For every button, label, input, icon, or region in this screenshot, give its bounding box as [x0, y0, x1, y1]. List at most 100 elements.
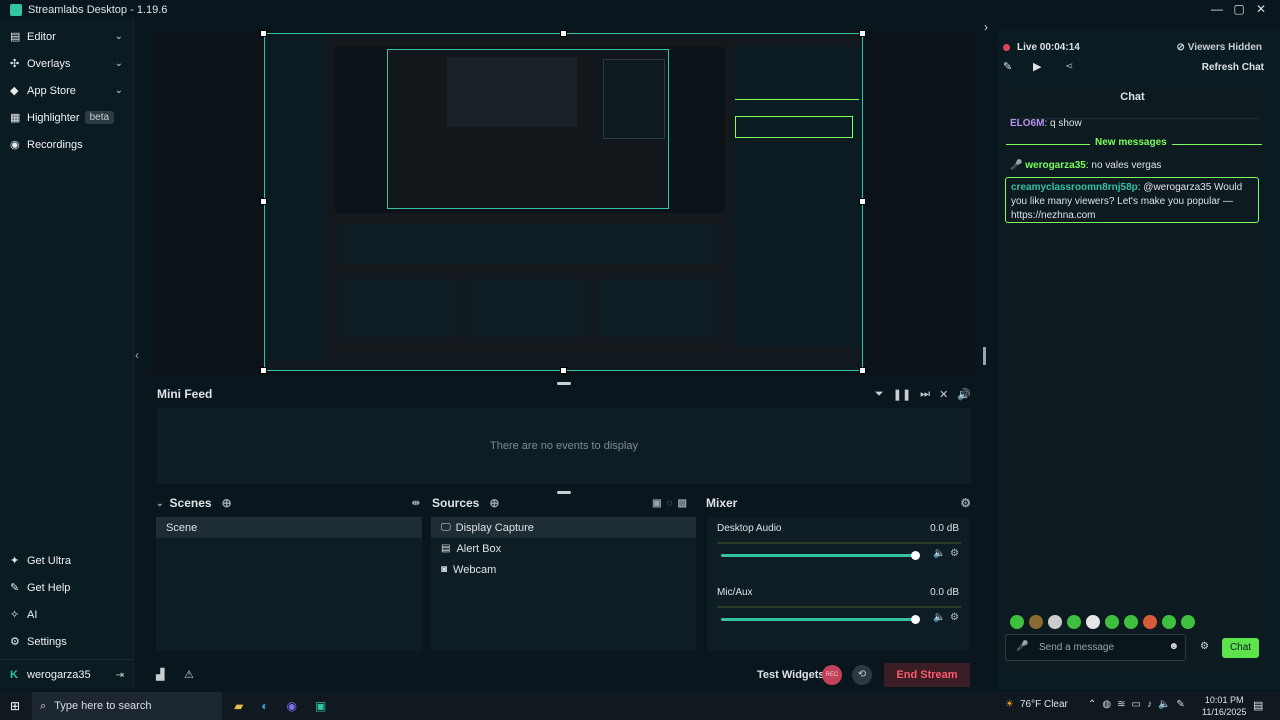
emote-icon[interactable] — [1029, 615, 1043, 629]
stats-icon[interactable]: ▟ — [156, 668, 164, 681]
emote-icon[interactable] — [1010, 615, 1024, 629]
source-item[interactable]: 🖵 Display Capture — [431, 517, 696, 538]
panel-resizer[interactable] — [983, 347, 986, 365]
collapse-right-icon[interactable]: › — [984, 20, 988, 34]
volume-slider[interactable] — [721, 618, 917, 621]
sidebar-item-settings[interactable]: ⚙ Settings — [0, 628, 134, 655]
sidebar-item-editor[interactable]: ▤ Editor ⌄ — [0, 23, 133, 50]
resize-handle[interactable] — [859, 367, 866, 374]
filter-icon[interactable]: ⏷ — [875, 388, 884, 401]
sidebar-item-get-help[interactable]: ✎ Get Help — [0, 574, 134, 601]
notifications-icon[interactable]: ▤ — [1253, 699, 1263, 712]
mixer-channel-level: 0.0 dB — [930, 587, 959, 598]
volume-knob[interactable] — [911, 551, 920, 560]
gear-icon[interactable]: ⚙ — [950, 548, 959, 559]
performance-alert-icon[interactable]: ⚠ — [184, 668, 194, 681]
test-widgets-button[interactable]: Test Widgets — [757, 669, 825, 681]
gear-icon[interactable]: ⚙ — [960, 496, 971, 510]
emote-icon[interactable] — [1181, 615, 1195, 629]
tray-overflow-icon[interactable]: ⌃ — [1088, 699, 1096, 710]
taskbar-clock[interactable]: 10:01 PM 11/16/2025 — [1202, 694, 1246, 718]
minimize-button[interactable]: — — [1206, 0, 1228, 18]
edit-icon[interactable]: ✎ — [1003, 60, 1012, 73]
resize-handle[interactable] — [260, 367, 267, 374]
sidebar-item-highlighter[interactable]: ▦ Highlighter beta — [0, 104, 133, 131]
microphone-icon[interactable]: ♪ — [1147, 699, 1152, 710]
discord-icon[interactable]: ◉ — [287, 699, 297, 713]
source-item[interactable]: ◙ Webcam — [431, 559, 696, 580]
end-stream-button[interactable]: End Stream — [884, 663, 970, 687]
resize-handle[interactable] — [260, 198, 267, 205]
volume-icon[interactable]: 🔊 — [957, 388, 971, 401]
mic-icon: 🎤 — [1016, 641, 1029, 652]
speaker-icon[interactable]: 🔈 — [933, 612, 945, 623]
viewers-hidden[interactable]: ⊘ Viewers Hidden — [1177, 42, 1262, 53]
resize-handle[interactable] — [560, 30, 567, 37]
refresh-chat-button[interactable]: Refresh Chat — [1202, 62, 1264, 73]
skip-icon[interactable]: ⏭ — [920, 388, 930, 401]
sidebar-item-recordings[interactable]: ◉ Recordings — [0, 131, 133, 158]
sidebar-item-ai[interactable]: ✧ AI — [0, 601, 134, 628]
emote-icon[interactable] — [1162, 615, 1176, 629]
sidebar-user[interactable]: K werogarza35 ⇥ — [0, 660, 134, 690]
network-icon[interactable]: ◍ — [1102, 699, 1111, 710]
maximize-button[interactable]: ▢ — [1228, 0, 1250, 18]
sidebar-item-app-store[interactable]: ◆ App Store ⌄ — [0, 77, 133, 104]
mini-feed-empty: There are no events to display — [157, 408, 971, 484]
scene-transitions-icon[interactable]: ⇹ — [412, 498, 420, 509]
collapse-icon[interactable]: ⌄ — [156, 498, 164, 509]
share-icon[interactable]: ⋖ — [1065, 61, 1073, 72]
volume-slider[interactable] — [721, 554, 917, 557]
emote-icon[interactable] — [1086, 615, 1100, 629]
resize-handle[interactable] — [859, 198, 866, 205]
live-status: Live 00:04:14 — [1017, 42, 1080, 53]
camera-icon[interactable]: ▭ — [1132, 699, 1141, 710]
chat-message-highlighted: creamyclassroomn8rnj58p: @werogarza35 Wo… — [1005, 177, 1259, 223]
emote-icon[interactable] — [1048, 615, 1062, 629]
pause-icon[interactable]: ❚❚ — [893, 388, 911, 401]
source-item[interactable]: ▤ Alert Box — [431, 538, 696, 559]
emoji-icon[interactable]: ☻ — [1168, 641, 1179, 652]
chevron-down-icon: ⌄ — [114, 31, 123, 42]
speaker-icon[interactable]: 🔈 — [933, 548, 945, 559]
volume-icon[interactable]: 🔈 — [1158, 699, 1170, 710]
display-capture-preview[interactable] — [264, 33, 863, 371]
sources-title: Sources — [432, 496, 480, 510]
logout-icon[interactable]: ⇥ — [116, 670, 124, 681]
sidebar-item-label: Recordings — [27, 138, 83, 151]
source-tools-icons[interactable]: ▣◌▨ — [652, 498, 692, 509]
add-source-icon[interactable]: ⊕ — [489, 496, 499, 510]
taskbar-search[interactable]: ⌕ Type here to search — [32, 692, 223, 720]
resize-handle[interactable] — [560, 367, 567, 374]
emote-icon[interactable] — [1143, 615, 1157, 629]
mute-alerts-icon[interactable]: ✕ — [939, 388, 948, 401]
chat-send-button[interactable]: Chat — [1222, 638, 1259, 658]
gear-icon[interactable]: ⚙ — [1200, 641, 1209, 652]
replay-buffer-icon[interactable]: ⟲ — [852, 665, 872, 685]
volume-knob[interactable] — [911, 615, 920, 624]
close-button[interactable]: ✕ — [1250, 0, 1272, 18]
dashboard-icon[interactable]: ▶ — [1033, 60, 1041, 73]
emote-icon[interactable] — [1067, 615, 1081, 629]
streamlabs-taskbar-icon[interactable]: ▣ — [315, 699, 326, 713]
emote-icon[interactable] — [1105, 615, 1119, 629]
resize-handle[interactable] — [260, 30, 267, 37]
edge-icon[interactable]: ◐ — [261, 699, 268, 713]
scene-item[interactable]: Scene — [156, 517, 422, 538]
taskbar-weather[interactable]: ☀ 76°F Clear — [1005, 699, 1068, 710]
drag-handle[interactable] — [557, 491, 571, 494]
sidebar-item-overlays[interactable]: ✣ Overlays ⌄ — [0, 50, 133, 77]
wifi-icon[interactable]: ≋ — [1117, 699, 1125, 710]
windows-start-icon[interactable]: ⊞ — [10, 699, 20, 713]
record-button[interactable]: REC — [822, 665, 842, 685]
file-explorer-icon[interactable]: ▰ — [234, 699, 243, 713]
gear-icon[interactable]: ⚙ — [950, 612, 959, 623]
resize-handle[interactable] — [859, 30, 866, 37]
add-scene-icon[interactable]: ⊕ — [222, 496, 232, 510]
sidebar-item-get-ultra[interactable]: ✦ Get Ultra — [0, 547, 134, 574]
collapse-left-icon[interactable]: ‹ — [135, 348, 139, 362]
chat-input[interactable]: 🎤 Send a message ☻ — [1005, 634, 1186, 661]
pen-icon[interactable]: ✎ — [1176, 699, 1184, 710]
emote-icon[interactable] — [1124, 615, 1138, 629]
scenes-panel: ⌄ Scenes ⊕ ⇹ Scene — [152, 495, 424, 653]
